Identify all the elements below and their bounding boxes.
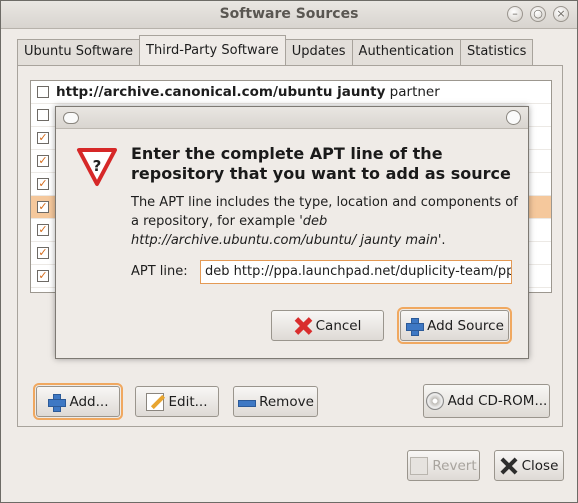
minimize-icon: – [512,7,518,20]
source-uri: http://archive.canonical.com/ubuntu jaun… [56,84,386,100]
source-checkbox[interactable]: ✓ [37,155,49,167]
close-button-label: Close [521,457,559,474]
dialog-heading: Enter the complete APT line of the repos… [131,144,511,183]
close-window-button[interactable]: × [553,6,569,22]
window-titlebar[interactable]: Software Sources – ○ × [1,1,577,29]
minus-icon [237,393,257,411]
add-button-label: Add... [69,393,109,410]
source-checkbox[interactable]: ✓ [37,224,49,236]
software-sources-window: Software Sources – ○ × Ubuntu Software T… [0,0,578,503]
source-checkbox[interactable]: ✓ [37,201,49,213]
source-checkbox[interactable] [37,109,49,121]
dialog-minimize-button[interactable] [63,112,79,124]
close-icon [500,457,518,475]
add-source-dialog: ? Enter the complete APT line of the rep… [55,106,529,359]
revert-button-label: Revert [432,457,477,474]
source-checkbox[interactable]: ✓ [37,132,49,144]
source-checkbox[interactable]: ✓ [37,178,49,190]
tab-bar: Ubuntu Software Third-Party Software Upd… [17,35,534,65]
warning-glyph: ? [93,157,102,175]
cdrom-icon [425,392,444,410]
revert-button[interactable]: Revert [407,450,480,481]
cancel-icon [294,317,312,335]
add-source-button-label: Add Source [427,317,504,334]
add-cdrom-button[interactable]: Add CD-ROM... [423,384,550,418]
dialog-titlebar[interactable] [56,107,528,129]
source-checkbox[interactable]: ✓ [37,270,49,282]
revert-icon [410,456,429,475]
apt-line-input[interactable]: deb http://ppa.launchpad.net/duplicity-t… [200,260,512,284]
dialog-description: The APT line includes the type, location… [131,193,521,250]
window-title: Software Sources [219,6,359,22]
apt-line-label: APT line: [131,264,188,279]
close-icon: × [556,7,566,20]
minimize-button[interactable]: – [507,6,523,22]
tab-ubuntu-software[interactable]: Ubuntu Software [17,39,141,65]
remove-button[interactable]: Remove [233,386,318,417]
source-component: partner [385,84,440,100]
tab-updates[interactable]: Updates [284,39,353,65]
remove-button-label: Remove [259,393,314,410]
close-button[interactable]: Close [494,450,564,481]
maximize-button[interactable]: ○ [530,6,546,22]
edit-icon [146,392,165,411]
add-cdrom-button-label: Add CD-ROM... [447,393,548,409]
cancel-button-label: Cancel [315,317,362,334]
plus-icon [47,393,67,412]
dialog-description-end: . [441,233,446,248]
source-checkbox[interactable]: ✓ [37,247,49,259]
plus-icon [405,317,425,336]
add-source-button[interactable]: Add Source [397,307,512,344]
warning-icon: ? [77,148,117,186]
cancel-button[interactable]: Cancel [271,310,384,341]
edit-button-label: Edit... [168,393,208,410]
maximize-icon: ○ [533,7,543,20]
add-button[interactable]: Add... [33,383,123,420]
source-checkbox[interactable] [37,86,49,98]
edit-button[interactable]: Edit... [135,386,219,417]
tab-statistics[interactable]: Statistics [459,39,534,65]
list-item[interactable]: http://archive.canonical.com/ubuntu jaun… [31,81,551,104]
tab-authentication[interactable]: Authentication [351,39,461,65]
tab-third-party-software[interactable]: Third-Party Software [139,35,286,65]
dialog-close-button[interactable] [506,110,521,125]
